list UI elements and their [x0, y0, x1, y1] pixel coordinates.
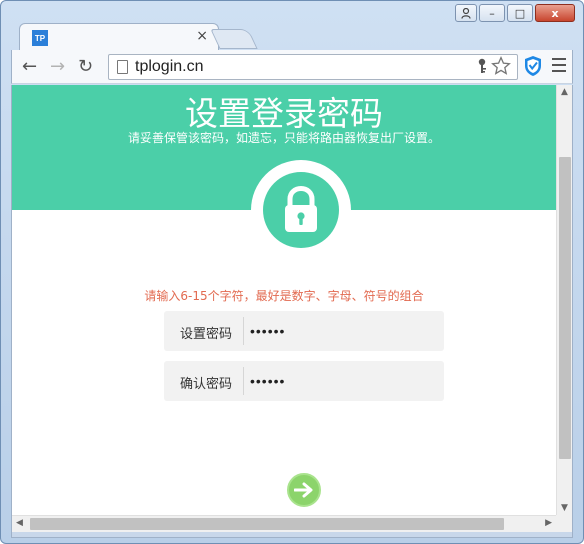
arrow-right-icon [294, 482, 313, 498]
address-bar[interactable]: tplogin.cn [108, 54, 518, 80]
confirm-password-label: 确认密码 [180, 377, 233, 392]
page-title: 设置登录密码 [185, 94, 383, 133]
scroll-right-icon[interactable]: ▶ [545, 518, 552, 528]
page-viewport: 设置登录密码 请妥善保管该密码，如遗忘，只能将路由器恢复出厂设置。 请输入6-1… [11, 85, 573, 532]
tplink-favicon-icon: TP [32, 30, 48, 46]
user-profile-button[interactable] [455, 4, 477, 22]
scroll-down-icon[interactable]: ▼ [561, 503, 568, 513]
menu-icon[interactable] [552, 58, 566, 76]
new-tab-button[interactable] [210, 29, 258, 49]
field-divider [243, 367, 244, 395]
horizontal-scrollbar[interactable]: ◀ ▶ [12, 515, 556, 532]
url-text[interactable]: tplogin.cn [135, 58, 204, 76]
vertical-scrollbar[interactable]: ▲ ▼ [556, 85, 572, 515]
reload-icon[interactable]: ↻ [78, 56, 93, 77]
page-subtitle: 请妥善保管该密码，如遗忘，只能将路由器恢复出厂设置。 [127, 131, 440, 145]
window-controls: – □ x [455, 4, 575, 22]
maximize-button[interactable]: □ [507, 4, 533, 22]
lock-badge [251, 160, 351, 260]
minimize-button[interactable]: – [479, 4, 505, 22]
browser-window: – □ x TP × ← → ↻ tplogin.cn 设置登录密码 请妥善保管… [0, 0, 584, 544]
bookmark-star-icon[interactable] [491, 56, 511, 76]
submit-button[interactable] [287, 473, 321, 507]
browser-tab[interactable]: TP × [19, 23, 219, 51]
close-icon: x [551, 6, 559, 20]
horizontal-scroll-thumb[interactable] [30, 518, 504, 530]
tab-close-icon[interactable]: × [196, 28, 208, 44]
lock-icon [285, 185, 317, 232]
security-shield-icon[interactable] [524, 55, 542, 77]
confirm-password-field: 确认密码 [164, 361, 444, 401]
minimize-icon: – [489, 6, 495, 20]
confirm-password-input[interactable] [250, 367, 436, 395]
browser-toolbar: ← → ↻ tplogin.cn [11, 50, 573, 84]
back-arrow-icon[interactable]: ← [22, 56, 37, 77]
user-icon [461, 7, 471, 19]
set-password-input[interactable] [250, 317, 436, 345]
forward-arrow-icon[interactable]: → [50, 56, 65, 77]
scroll-left-icon[interactable]: ◀ [16, 518, 23, 528]
field-divider [243, 317, 244, 345]
page-icon [117, 60, 128, 74]
maximize-icon: □ [514, 6, 526, 20]
scrollbar-corner [556, 515, 572, 532]
close-window-button[interactable]: x [535, 4, 575, 22]
password-hint: 请输入6-15个字符，最好是数字、字母、符号的组合 [144, 289, 424, 303]
set-password-label: 设置密码 [180, 327, 233, 342]
set-password-field: 设置密码 [164, 311, 444, 351]
vertical-scroll-thumb[interactable] [559, 157, 571, 459]
window-bottom-frame [11, 532, 573, 538]
key-icon[interactable] [477, 58, 487, 74]
scroll-up-icon[interactable]: ▲ [561, 87, 568, 97]
